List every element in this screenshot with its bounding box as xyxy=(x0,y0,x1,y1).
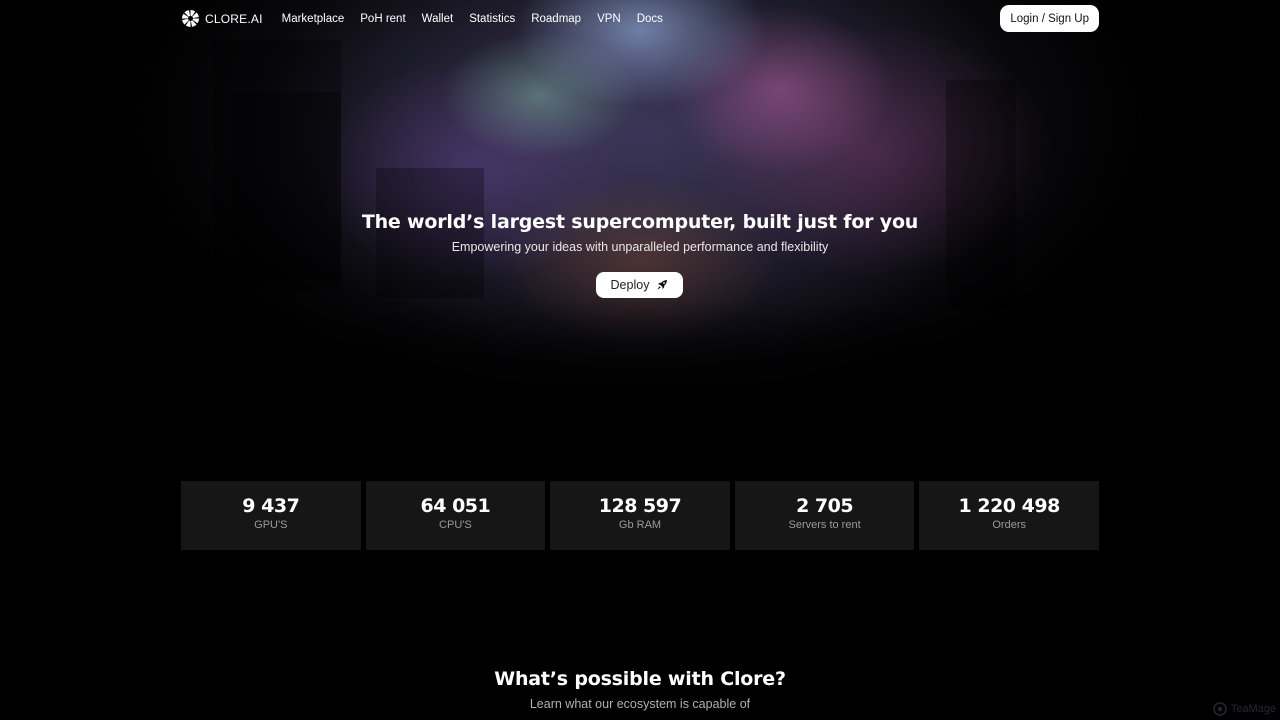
hero-bg-shape xyxy=(946,80,1016,310)
stat-card-orders: 1 220 498 Orders xyxy=(919,481,1099,550)
stat-card-cpus: 64 051 CPU'S xyxy=(365,481,546,550)
nav-link-docs[interactable]: Docs xyxy=(637,13,663,25)
nav-link-roadmap[interactable]: Roadmap xyxy=(531,13,581,25)
deploy-label: Deploy xyxy=(610,278,650,292)
page: CLORE.AI Marketplace PoH rent Wallet Sta… xyxy=(0,0,1280,720)
brand-logo[interactable]: CLORE.AI xyxy=(181,9,263,28)
stats-row: 9 437 GPU'S 64 051 CPU'S 128 597 Gb RAM … xyxy=(181,481,1099,550)
hero-title: The world’s largest supercomputer, built… xyxy=(361,211,919,233)
nav-link-statistics[interactable]: Statistics xyxy=(469,13,515,25)
watermark: TeaMage xyxy=(1212,702,1276,716)
section-title: What’s possible with Clore? xyxy=(494,668,786,690)
stat-label: CPU'S xyxy=(439,519,472,531)
stat-value: 64 051 xyxy=(420,495,491,517)
stat-card-gpus: 9 437 GPU'S xyxy=(181,481,361,550)
stat-value: 128 597 xyxy=(598,495,682,517)
stat-value: 2 705 xyxy=(796,495,854,517)
clore-swirl-icon xyxy=(181,9,200,28)
brand-name: CLORE.AI xyxy=(205,11,263,26)
login-signup-button[interactable]: Login / Sign Up xyxy=(1000,5,1099,32)
rocket-icon xyxy=(657,280,668,290)
section-subtitle: Learn what our ecosystem is capable of xyxy=(529,697,751,711)
watermark-icon xyxy=(1212,702,1227,716)
stat-label: Servers to rent xyxy=(788,519,861,531)
hero-fade xyxy=(0,300,1280,450)
hero-bg-shape xyxy=(376,168,484,298)
deploy-button[interactable]: Deploy xyxy=(596,272,683,298)
nav-links: Marketplace PoH rent Wallet Statistics R… xyxy=(282,13,663,25)
nav-link-poh-rent[interactable]: PoH rent xyxy=(360,13,405,25)
nav-link-vpn[interactable]: VPN xyxy=(597,13,621,25)
top-nav: CLORE.AI Marketplace PoH rent Wallet Sta… xyxy=(181,0,1099,37)
stat-value: 1 220 498 xyxy=(958,495,1061,517)
stat-label: Orders xyxy=(992,519,1026,531)
nav-link-wallet[interactable]: Wallet xyxy=(422,13,454,25)
hero-bg-shape xyxy=(233,92,341,292)
stat-label: Gb RAM xyxy=(618,519,662,531)
stat-label: GPU'S xyxy=(254,519,288,531)
stat-card-servers: 2 705 Servers to rent xyxy=(734,481,915,550)
stat-card-ram: 128 597 Gb RAM xyxy=(550,481,730,550)
hero-subtitle: Empowering your ideas with unparalleled … xyxy=(451,240,829,254)
nav-link-marketplace[interactable]: Marketplace xyxy=(282,13,345,25)
stat-value: 9 437 xyxy=(242,495,300,517)
watermark-text: TeaMage xyxy=(1230,703,1276,715)
